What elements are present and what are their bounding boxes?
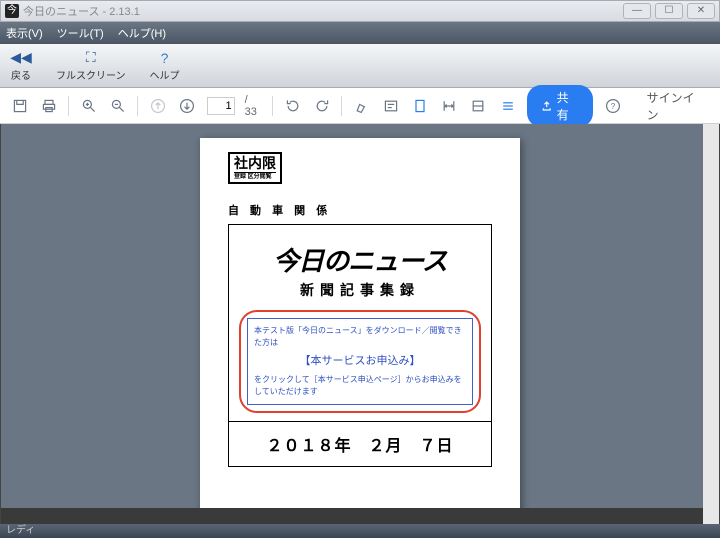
maximize-button[interactable]: ☐	[655, 3, 683, 19]
scrollbar-vertical[interactable]	[703, 124, 719, 524]
notice-link[interactable]: 【本サービスお申込み】	[254, 353, 466, 370]
titlebar: 今 今日のニュース - 2.13.1 — ☐ ✕	[0, 0, 720, 22]
scrollbar-horizontal[interactable]	[1, 508, 703, 524]
zoom-out-icon[interactable]	[108, 96, 127, 116]
info-icon[interactable]: ?	[603, 96, 622, 116]
category-label: 自 動 車 関 係	[228, 202, 492, 218]
highlight-icon[interactable]	[352, 96, 371, 116]
list-view-icon[interactable]	[498, 96, 517, 116]
svg-text:?: ?	[611, 102, 616, 111]
menubar: 表示(V) ツール(T) ヘルプ(H)	[0, 22, 720, 44]
help-icon: ?	[154, 50, 176, 66]
help-button[interactable]: ? ヘルプ	[150, 50, 180, 82]
document-viewer: 社内限 登録 区分閲覧 自 動 車 関 係 今日のニュース 新聞記事集録 本テス…	[0, 124, 720, 524]
toolbar-main: ◀◀ 戻る ⛶ フルスクリーン ? ヘルプ	[0, 44, 720, 88]
window-title: 今日のニュース - 2.13.1	[23, 3, 140, 19]
back-icon: ◀◀	[10, 50, 32, 66]
minimize-button[interactable]: —	[623, 3, 651, 19]
fit-page-icon[interactable]	[469, 96, 488, 116]
page-number-input[interactable]	[207, 97, 235, 115]
save-icon[interactable]	[10, 96, 29, 116]
page-down-icon[interactable]	[178, 96, 197, 116]
print-icon[interactable]	[39, 96, 58, 116]
status-text: レディ	[6, 525, 35, 536]
back-button[interactable]: ◀◀ 戻る	[10, 50, 32, 82]
notice-box: 本テスト版「今日のニュース」をダウンロード／閲覧できた方は 【本サービスお申込み…	[239, 310, 481, 413]
fit-width-icon[interactable]	[440, 96, 459, 116]
notice-line1: 本テスト版「今日のニュース」をダウンロード／閲覧できた方は	[254, 325, 466, 349]
menu-help[interactable]: ヘルプ(H)	[118, 25, 166, 41]
rotate-right-icon[interactable]	[312, 96, 331, 116]
app-icon: 今	[5, 4, 19, 18]
notice-line2: をクリックして［本サービス申込ページ］からお申込みをしていただけます	[254, 374, 466, 398]
zoom-in-icon[interactable]	[79, 96, 98, 116]
close-button[interactable]: ✕	[687, 3, 715, 19]
date-row: ２０１８年 ２月 ７日	[228, 422, 492, 467]
signin-link[interactable]: サインイン	[647, 89, 704, 123]
title-frame: 今日のニュース 新聞記事集録 本テスト版「今日のニュース」をダウンロード／閲覧で…	[228, 224, 492, 422]
toolbar-pdf: / 33 共有 ? サインイン	[0, 88, 720, 124]
rotate-left-icon[interactable]	[283, 96, 302, 116]
document-page: 社内限 登録 区分閲覧 自 動 車 関 係 今日のニュース 新聞記事集録 本テス…	[200, 138, 520, 524]
fullscreen-button[interactable]: ⛶ フルスクリーン	[56, 50, 126, 82]
statusbar: レディ	[0, 524, 720, 538]
page-view-icon[interactable]	[411, 96, 430, 116]
text-select-icon[interactable]	[382, 96, 401, 116]
news-title: 今日のニュース	[239, 241, 481, 278]
share-button[interactable]: 共有	[527, 85, 593, 127]
menu-view[interactable]: 表示(V)	[6, 25, 43, 41]
page-up-icon[interactable]	[148, 96, 167, 116]
page-total: / 33	[245, 94, 263, 118]
confidential-stamp: 社内限 登録 区分閲覧	[228, 152, 282, 184]
menu-tool[interactable]: ツール(T)	[57, 25, 104, 41]
fullscreen-icon: ⛶	[80, 50, 102, 66]
news-subtitle: 新聞記事集録	[239, 280, 481, 300]
